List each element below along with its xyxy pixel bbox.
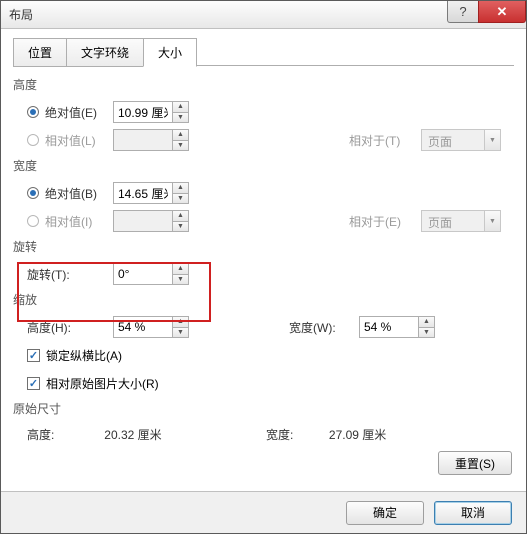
spin-up-icon: ▲ — [173, 211, 188, 222]
scale-h-spin[interactable]: ▲▼ — [113, 316, 189, 338]
checkbox-lock-aspect[interactable]: ✓ — [27, 349, 40, 362]
value-orig-w: 27.09 厘米 — [329, 426, 514, 443]
width-absolute-input[interactable] — [114, 183, 172, 203]
group-rotate-title: 旋转 — [13, 238, 514, 255]
height-relto-value: 页面 — [422, 130, 484, 150]
label-rotate: 旋转(T): — [27, 266, 113, 283]
layout-dialog: 布局 ? ✕ 位置 文字环绕 大小 高度 绝对值(E) ▲▼ 相对值(L) — [0, 0, 527, 534]
radio-width-absolute[interactable] — [27, 187, 39, 199]
spin-down-icon[interactable]: ▼ — [173, 113, 188, 123]
label-orig-h: 高度: — [27, 426, 104, 443]
dialog-footer: 确定 取消 — [1, 491, 526, 533]
label-width-relto: 相对于(E) — [349, 213, 421, 230]
spin-buttons: ▲▼ — [172, 102, 188, 122]
group-orig-title: 原始尺寸 — [13, 400, 514, 417]
height-relative-row: 相对值(L) ▲▼ 相对于(T) 页面 ▼ — [27, 127, 514, 153]
height-relative-spin: ▲▼ — [113, 129, 189, 151]
label-orig-w: 宽度: — [266, 426, 329, 443]
spin-up-icon[interactable]: ▲ — [173, 183, 188, 194]
spin-buttons: ▲▼ — [172, 264, 188, 284]
group-height-title: 高度 — [13, 76, 514, 93]
width-relative-spin: ▲▼ — [113, 210, 189, 232]
spin-down-icon[interactable]: ▼ — [173, 194, 188, 204]
orig-size-row: 高度: 20.32 厘米 宽度: 27.09 厘米 — [27, 423, 514, 445]
spin-down-icon[interactable]: ▼ — [173, 328, 188, 338]
width-absolute-row: 绝对值(B) ▲▼ — [27, 180, 514, 206]
titlebar: 布局 ? ✕ — [1, 1, 526, 29]
window-title: 布局 — [9, 6, 33, 23]
spin-down-icon: ▼ — [173, 141, 188, 151]
spin-down-icon: ▼ — [173, 222, 188, 232]
spin-down-icon[interactable]: ▼ — [173, 275, 188, 285]
spin-up-icon[interactable]: ▲ — [173, 317, 188, 328]
height-absolute-spin[interactable]: ▲▼ — [113, 101, 189, 123]
rel-original-row: ✓ 相对原始图片大小(R) — [27, 370, 514, 396]
rotate-row: 旋转(T): ▲▼ — [27, 261, 514, 287]
spin-up-icon[interactable]: ▲ — [419, 317, 434, 328]
value-orig-h: 20.32 厘米 — [104, 426, 266, 443]
height-absolute-input[interactable] — [114, 102, 172, 122]
tab-text-wrap[interactable]: 文字环绕 — [66, 38, 144, 67]
spin-up-icon[interactable]: ▲ — [173, 102, 188, 113]
width-relto-value: 页面 — [422, 211, 484, 231]
spin-up-icon[interactable]: ▲ — [173, 264, 188, 275]
cancel-button[interactable]: 取消 — [434, 501, 512, 525]
scale-values-row: 高度(H): ▲▼ 宽度(W): ▲▼ — [27, 314, 514, 340]
tab-position[interactable]: 位置 — [13, 38, 67, 67]
spin-down-icon[interactable]: ▼ — [419, 328, 434, 338]
radio-height-absolute[interactable] — [27, 106, 39, 118]
radio-height-relative[interactable] — [27, 134, 39, 146]
rotate-spin[interactable]: ▲▼ — [113, 263, 189, 285]
group-width-title: 宽度 — [13, 157, 514, 174]
spin-buttons: ▲▼ — [172, 317, 188, 337]
reset-row: 重置(S) — [13, 451, 512, 475]
chevron-down-icon: ▼ — [484, 130, 500, 150]
width-relative-row: 相对值(I) ▲▼ 相对于(E) 页面 ▼ — [27, 208, 514, 234]
window-controls: ? ✕ — [447, 1, 526, 23]
scale-w-input[interactable] — [360, 317, 418, 337]
help-button[interactable]: ? — [447, 1, 479, 23]
width-relative-input — [114, 211, 172, 231]
radio-width-relative[interactable] — [27, 215, 39, 227]
close-button[interactable]: ✕ — [478, 1, 526, 23]
ok-button[interactable]: 确定 — [346, 501, 424, 525]
height-absolute-row: 绝对值(E) ▲▼ — [27, 99, 514, 125]
scale-w-spin[interactable]: ▲▼ — [359, 316, 435, 338]
tab-strip: 位置 文字环绕 大小 — [13, 37, 514, 66]
spin-buttons: ▲▼ — [172, 211, 188, 231]
height-relative-input — [114, 130, 172, 150]
label-scale-w: 宽度(W): — [289, 319, 359, 336]
group-scale-title: 缩放 — [13, 291, 514, 308]
label-width-relative: 相对值(I) — [45, 213, 113, 230]
scale-h-input[interactable] — [114, 317, 172, 337]
rotate-input[interactable] — [114, 264, 172, 284]
lock-aspect-row: ✓ 锁定纵横比(A) — [27, 342, 514, 368]
spin-buttons: ▲▼ — [172, 130, 188, 150]
label-height-absolute: 绝对值(E) — [45, 104, 113, 121]
tab-size[interactable]: 大小 — [143, 38, 197, 67]
chevron-down-icon: ▼ — [484, 211, 500, 231]
label-scale-h: 高度(H): — [27, 319, 113, 336]
spin-up-icon: ▲ — [173, 130, 188, 141]
dialog-body: 位置 文字环绕 大小 高度 绝对值(E) ▲▼ 相对值(L) ▲▼ 相对于(T)… — [1, 29, 526, 475]
label-height-relative: 相对值(L) — [45, 132, 113, 149]
width-relto-dropdown: 页面 ▼ — [421, 210, 501, 232]
label-rel-original: 相对原始图片大小(R) — [46, 375, 159, 392]
reset-button[interactable]: 重置(S) — [438, 451, 512, 475]
height-relto-dropdown: 页面 ▼ — [421, 129, 501, 151]
label-lock-aspect: 锁定纵横比(A) — [46, 347, 122, 364]
label-width-absolute: 绝对值(B) — [45, 185, 113, 202]
label-height-relto: 相对于(T) — [349, 132, 421, 149]
spin-buttons: ▲▼ — [172, 183, 188, 203]
width-absolute-spin[interactable]: ▲▼ — [113, 182, 189, 204]
checkbox-rel-original[interactable]: ✓ — [27, 377, 40, 390]
spin-buttons: ▲▼ — [418, 317, 434, 337]
